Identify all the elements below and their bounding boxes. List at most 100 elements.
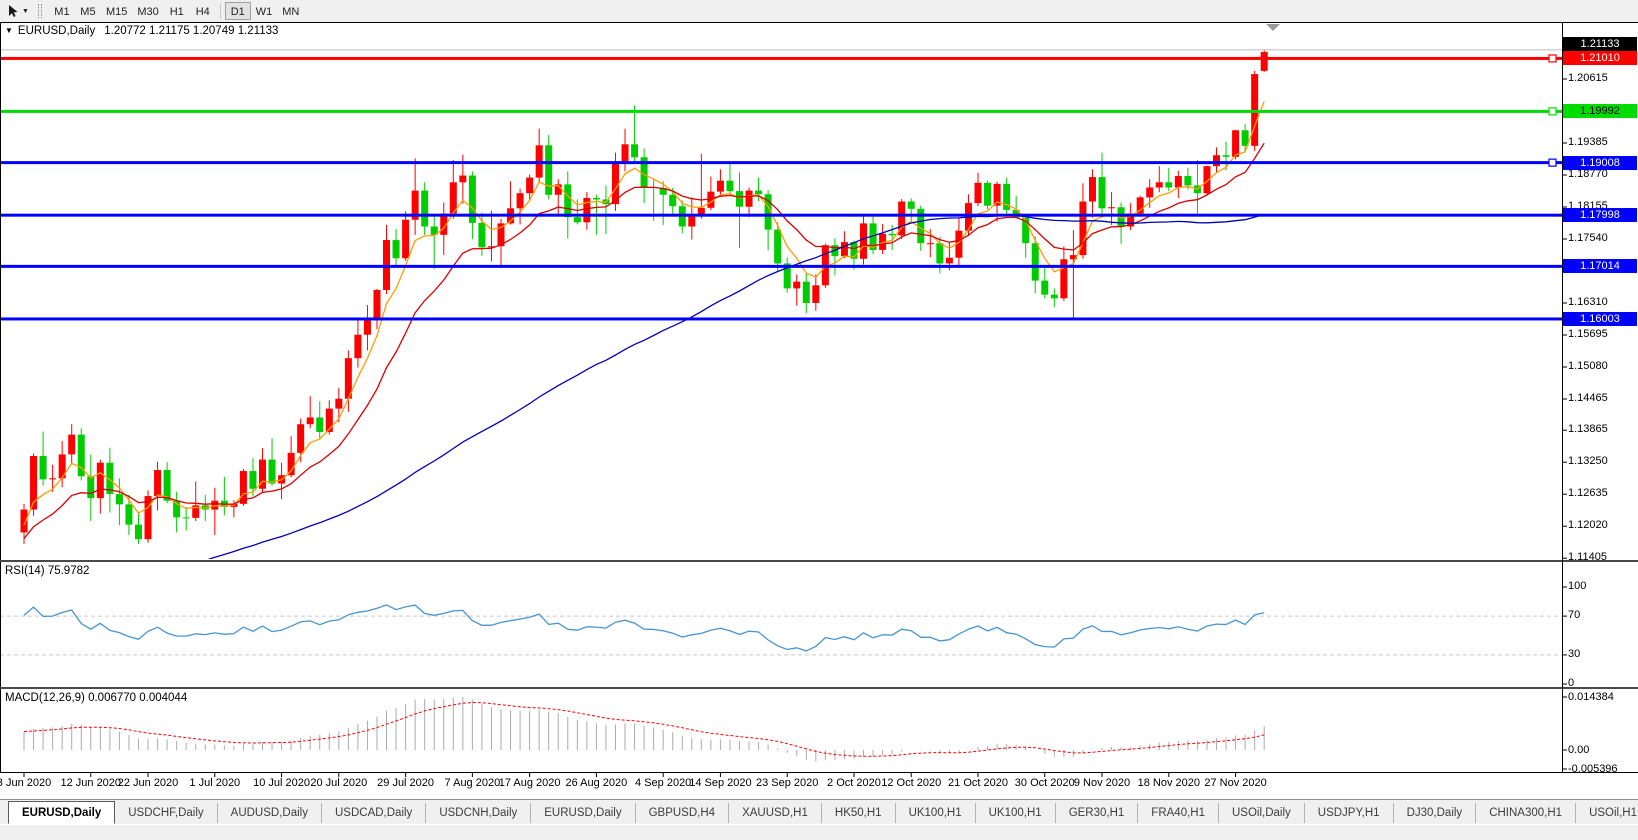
candle-body [717, 181, 724, 192]
candle-body [755, 191, 762, 195]
candle-body [1261, 52, 1268, 71]
price-tick-label: 1.13250 [1568, 455, 1608, 467]
date-tick-label: 29 Jul 2020 [377, 777, 434, 789]
cursor-arrow-icon [8, 5, 19, 18]
date-tick-label: 26 Aug 2020 [565, 777, 627, 789]
chart-tab-usdjpy-h1[interactable]: USDJPY,H1 [1305, 803, 1394, 823]
candle-body [736, 191, 743, 207]
timeframe-group-1: M1M5M15M30H1H4 [49, 2, 216, 20]
price-tick-label: 1.16310 [1568, 296, 1608, 308]
date-tick-label: 12 Oct 2020 [881, 777, 941, 789]
chart-title-ohlc: 1.20772 1.21175 1.20749 1.21133 [104, 25, 278, 37]
rsi-panel [0, 605, 1562, 655]
chart-tab-fra40-h1[interactable]: FRA40,H1 [1138, 803, 1219, 823]
timeframe-button-h4[interactable]: H4 [190, 2, 216, 20]
candle-body [49, 478, 56, 479]
timeframe-button-w1[interactable]: W1 [251, 2, 278, 20]
chart-tab-usdchf-daily[interactable]: USDCHF,Daily [115, 803, 217, 823]
candle-body [908, 202, 915, 209]
line-anchor-box[interactable] [1549, 55, 1556, 62]
line-anchor-box[interactable] [1549, 159, 1556, 166]
candle-body [1146, 187, 1153, 197]
candle-body [183, 517, 190, 518]
price-tick-label: 1.19385 [1568, 136, 1608, 148]
candle-body [269, 460, 276, 484]
macd-tick-label: -0.005396 [1568, 763, 1618, 775]
timeframe-button-m15[interactable]: M15 [101, 2, 132, 20]
toolbar: ▼ M1M5M15M30H1H4 D1W1MN [0, 0, 1638, 22]
horizontal-line-1.16003[interactable] [0, 317, 1562, 320]
chart-tab-usdcad-daily[interactable]: USDCAD,Daily [322, 803, 426, 823]
candle-body [1108, 207, 1115, 208]
price-tick-label: 1.20615 [1568, 72, 1608, 84]
candle-body [288, 453, 295, 475]
chart-tab-eurusd-daily[interactable]: EURUSD,Daily [531, 803, 635, 823]
moving-average-line-60 [110, 214, 1264, 592]
date-tick-label: 10 Jul 2020 [253, 777, 310, 789]
date-tick-label: 27 Nov 2020 [1204, 777, 1266, 789]
candle-body [393, 240, 400, 258]
candle-body [669, 195, 676, 206]
chart-tab-china300-h1[interactable]: CHINA300,H1 [1476, 803, 1576, 823]
horizontal-line-1.19008[interactable] [0, 161, 1562, 164]
rsi-tick-label: 0 [1568, 677, 1574, 689]
cursor-tool-button[interactable]: ▼ [4, 2, 33, 20]
toolbar-grip[interactable] [38, 4, 42, 18]
timeframe-button-d1[interactable]: D1 [225, 2, 251, 20]
chart-tab-dj30-daily[interactable]: DJ30,Daily [1394, 803, 1477, 823]
date-tick-label: 12 Jun 2020 [60, 777, 121, 789]
candle-body [373, 290, 380, 320]
candle-body [545, 145, 552, 194]
horizontal-line-1.17998[interactable] [0, 214, 1562, 217]
candle-body [335, 399, 342, 409]
date-tick-label: 22 Jun 2020 [118, 777, 179, 789]
panel-splitter-rsi[interactable] [0, 560, 1638, 562]
candle-body [364, 320, 371, 335]
chart-tab-uk100-h1[interactable]: UK100,H1 [976, 803, 1056, 823]
timeframe-button-m1[interactable]: M1 [49, 2, 75, 20]
chart-tab-uk100-h1[interactable]: UK100,H1 [896, 803, 976, 823]
timeframe-button-mn[interactable]: MN [277, 2, 304, 20]
collapse-caret-icon[interactable]: ▼ [5, 26, 13, 35]
chart-tab-audusd-daily[interactable]: AUDUSD,Daily [218, 803, 322, 823]
timeframe-button-m5[interactable]: M5 [75, 2, 101, 20]
chart-tab-hk50-h1[interactable]: HK50,H1 [822, 803, 896, 823]
toolbar-separator [220, 3, 221, 19]
chart-tab-usoil-h1[interactable]: USOil,H1 [1576, 803, 1638, 823]
candle-body [97, 463, 104, 498]
candle-body [421, 191, 428, 227]
chart-shift-marker-icon[interactable] [1266, 24, 1280, 31]
chart-tab-eurusd-daily[interactable]: EURUSD,Daily [8, 801, 115, 824]
chart-tab-ger30-h1[interactable]: GER30,H1 [1056, 803, 1139, 823]
price-line-badge: 1.16003 [1563, 312, 1637, 326]
chart-tab-gbpusd-h4[interactable]: GBPUSD,H4 [636, 803, 729, 823]
candle-body [1184, 176, 1191, 185]
horizontal-line-1.19992[interactable] [0, 110, 1562, 113]
chart-canvas[interactable] [0, 0, 1638, 800]
candle-body [927, 243, 934, 244]
candle-body [841, 242, 848, 256]
chart-tab-usdcnh-daily[interactable]: USDCNH,Daily [426, 803, 531, 823]
candle-body [68, 435, 75, 455]
horizontal-line-1.21175[interactable] [0, 49, 1562, 50]
main-chart-panel [21, 50, 1268, 592]
candle-body [726, 181, 733, 191]
line-anchor-box[interactable] [1549, 108, 1556, 115]
app-window: ▼ M1M5M15M30H1H4 D1W1MN ▼ EURUSD,Daily 1.2… [0, 0, 1638, 840]
candle-body [249, 471, 256, 489]
timeframe-button-m30[interactable]: M30 [132, 2, 163, 20]
chart-tab-xauusd-h1[interactable]: XAUUSD,H1 [729, 803, 822, 823]
price-tick-label: 1.11405 [1568, 551, 1607, 563]
candle-body [860, 223, 867, 258]
candle-body [1099, 177, 1106, 208]
horizontal-line-1.17014[interactable] [0, 265, 1562, 268]
panel-splitter-macd[interactable] [0, 687, 1638, 689]
chevron-down-icon: ▼ [22, 8, 29, 15]
date-tick-label: 21 Oct 2020 [948, 777, 1008, 789]
chart-tab-usoil-daily[interactable]: USOil,Daily [1219, 803, 1305, 823]
candle-body [154, 470, 161, 496]
timeframe-button-h1[interactable]: H1 [164, 2, 190, 20]
candle-body [517, 193, 524, 208]
horizontal-line-1.2101[interactable] [0, 57, 1562, 60]
date-tick-label: 2 Oct 2020 [827, 777, 881, 789]
